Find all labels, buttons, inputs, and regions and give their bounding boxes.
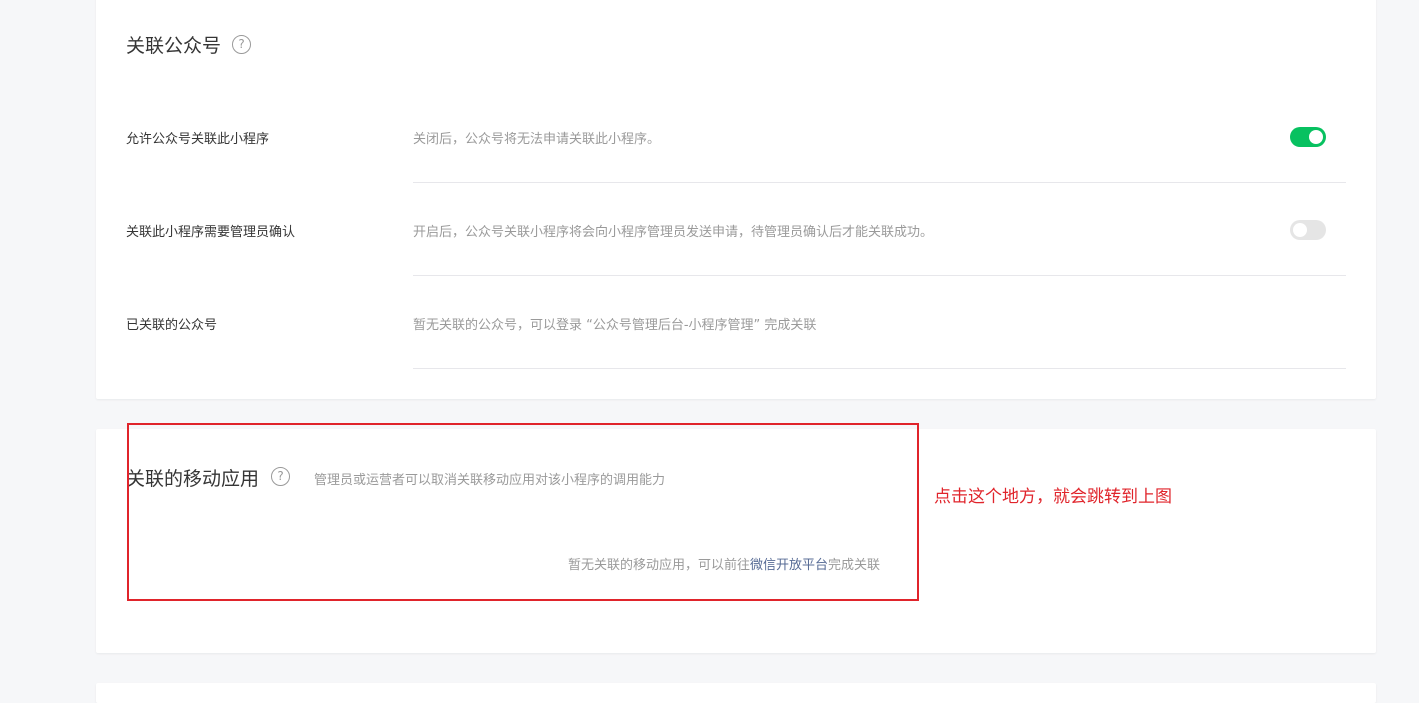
allow-association-label: 允许公众号关联此小程序 (126, 132, 270, 147)
official-account-card: 关联公众号 ? 允许公众号关联此小程序 关闭后，公众号将无法申请关联此小程序。 … (96, 0, 1376, 399)
admin-confirm-label: 关联此小程序需要管理员确认 (126, 225, 296, 240)
row-divider (413, 182, 1346, 183)
linked-accounts-label: 已关联的公众号 (126, 318, 218, 333)
switch-knob (1293, 223, 1307, 237)
admin-confirm-switch[interactable] (1290, 220, 1326, 240)
annotation-highlight-box (127, 423, 919, 601)
official-account-section-title: 关联公众号 (126, 35, 222, 57)
row-divider (413, 275, 1346, 276)
next-section-card (96, 683, 1376, 703)
allow-association-switch[interactable] (1290, 127, 1326, 147)
help-icon[interactable]: ? (232, 35, 251, 54)
annotation-text: 点击这个地方，就会跳转到上图 (934, 487, 1172, 507)
linked-accounts-desc: 暂无关联的公众号，可以登录 “公众号管理后台-小程序管理” 完成关联 (413, 318, 817, 333)
row-divider (413, 368, 1346, 369)
admin-confirm-desc: 开启后，公众号关联小程序将会向小程序管理员发送申请，待管理员确认后才能关联成功。 (413, 225, 934, 240)
allow-association-desc: 关闭后，公众号将无法申请关联此小程序。 (413, 132, 661, 147)
switch-knob (1309, 130, 1323, 144)
